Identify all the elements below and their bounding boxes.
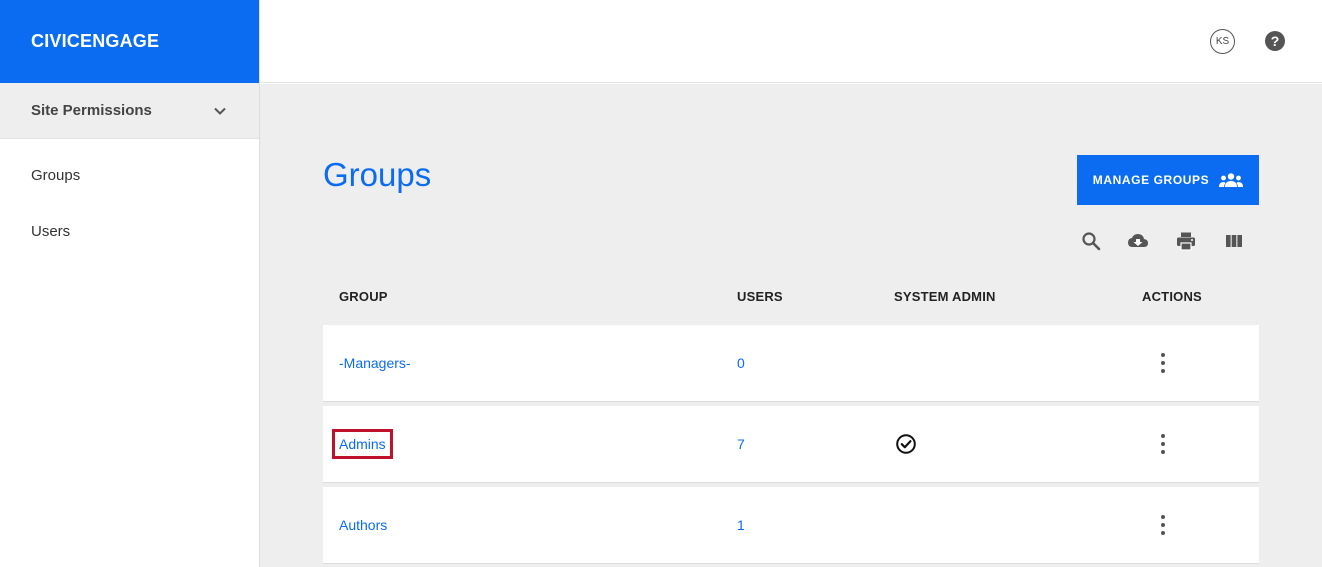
search-icon[interactable] [1080, 230, 1102, 252]
columns-icon[interactable] [1223, 230, 1245, 252]
manage-groups-button[interactable]: MANAGE GROUPS [1077, 155, 1259, 205]
sidebar-item-label: Users [31, 222, 71, 240]
more-actions-icon[interactable] [1159, 515, 1167, 535]
user-avatar[interactable]: KS [1210, 29, 1235, 54]
column-header-users[interactable]: USERS [737, 289, 783, 304]
user-count-link[interactable]: 0 [737, 355, 745, 371]
sidebar-nav: Groups Users [0, 139, 259, 259]
top-bar: KS ? [260, 0, 1322, 83]
table-row: -Managers- 0 [323, 325, 1259, 402]
brand-logo[interactable]: CIVICENGAGE [0, 0, 259, 83]
column-header-system-admin[interactable]: SYSTEM ADMIN [894, 289, 996, 304]
table-row: Admins 7 [323, 406, 1259, 483]
table-toolbar [1078, 230, 1258, 254]
table-row: Authors 1 [323, 487, 1259, 564]
help-icon[interactable]: ? [1265, 31, 1285, 51]
site-permissions-label: Site Permissions [31, 102, 152, 119]
more-actions-icon[interactable] [1159, 434, 1167, 454]
sidebar: CIVICENGAGE Site Permissions Groups User… [0, 0, 260, 567]
group-name-link[interactable]: Authors [339, 517, 387, 533]
sidebar-item-groups[interactable]: Groups [0, 147, 259, 203]
people-icon [1219, 173, 1244, 187]
user-count-link[interactable]: 1 [737, 517, 745, 533]
group-name-link[interactable]: Admins [332, 429, 393, 459]
sidebar-item-users[interactable]: Users [0, 203, 259, 259]
column-header-actions: ACTIONS [1142, 289, 1202, 304]
group-name-link[interactable]: -Managers- [339, 355, 411, 371]
more-actions-icon[interactable] [1159, 353, 1167, 373]
manage-groups-label: MANAGE GROUPS [1092, 173, 1210, 187]
cloud-download-icon[interactable] [1127, 230, 1149, 252]
site-permissions-toggle[interactable]: Site Permissions [0, 83, 259, 139]
check-circle-icon [896, 434, 916, 454]
chevron-down-icon [214, 107, 226, 115]
print-icon[interactable] [1175, 230, 1197, 252]
sidebar-item-label: Groups [31, 166, 81, 184]
main-content: Groups MANAGE GROUPS GROUP USERS SYSTEM … [260, 84, 1322, 567]
user-count-link[interactable]: 7 [737, 436, 745, 452]
column-header-group[interactable]: GROUP [339, 289, 388, 304]
page-title: Groups [323, 156, 432, 193]
